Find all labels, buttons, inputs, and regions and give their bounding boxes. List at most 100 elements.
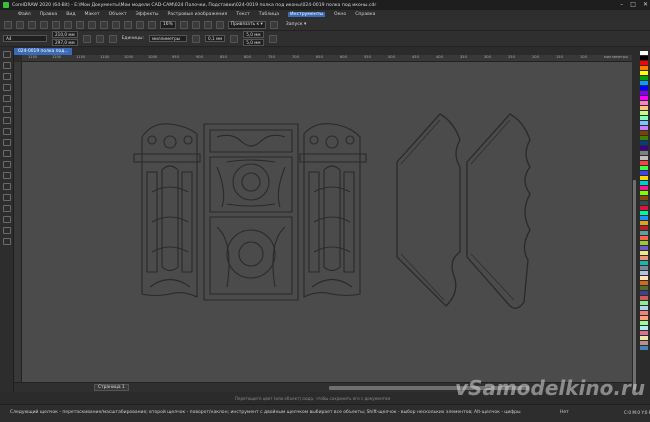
color-swatch[interactable]: [639, 246, 648, 250]
vertical-scroll-thumb[interactable]: [633, 180, 636, 390]
units-select[interactable]: миллиметры: [148, 35, 187, 42]
color-swatch[interactable]: [639, 101, 648, 105]
vertical-ruler[interactable]: [14, 62, 22, 382]
duplicate-x-field[interactable]: 5,0 мм: [243, 31, 264, 38]
publish-pdf-button[interactable]: [148, 20, 156, 29]
options-gear-icon[interactable]: [269, 20, 278, 29]
menu-item[interactable]: Файл: [18, 12, 31, 17]
nudge-distance-field[interactable]: 0,1 мм: [204, 35, 226, 42]
cut-button[interactable]: [52, 20, 60, 29]
crop-tool-icon[interactable]: [2, 73, 11, 80]
color-swatch[interactable]: [639, 81, 648, 85]
color-swatch[interactable]: [639, 266, 648, 270]
color-swatch[interactable]: [639, 176, 648, 180]
color-swatch[interactable]: [639, 286, 648, 290]
transparency-tool-icon[interactable]: [2, 194, 11, 201]
menu-item[interactable]: Справка: [355, 12, 375, 17]
color-swatch[interactable]: [639, 116, 648, 120]
shelf-middle-panel[interactable]: [203, 123, 299, 301]
snap-to-dropdown[interactable]: Привязать к ▾: [227, 20, 266, 29]
color-swatch[interactable]: [639, 306, 648, 310]
open-button[interactable]: [16, 20, 24, 29]
color-swatch[interactable]: [639, 256, 648, 260]
artistic-media-tool-icon[interactable]: [2, 106, 11, 113]
color-swatch[interactable]: [639, 106, 648, 110]
menu-item[interactable]: Эффекты: [136, 12, 159, 17]
freehand-tool-icon[interactable]: [2, 95, 11, 102]
close-button[interactable]: ✕: [643, 1, 648, 9]
menu-item[interactable]: Правка: [40, 12, 57, 17]
undo-button[interactable]: [88, 20, 96, 29]
all-pages-button[interactable]: [108, 34, 117, 43]
color-swatch[interactable]: [639, 341, 648, 345]
document-tab[interactable]: 024-0019 полка под...: [14, 48, 73, 55]
paste-button[interactable]: [76, 20, 84, 29]
color-swatch[interactable]: [639, 301, 648, 305]
menu-item[interactable]: Таблица: [259, 12, 279, 17]
page-width-field[interactable]: 210,0 мм: [52, 31, 78, 38]
color-swatch[interactable]: [639, 291, 648, 295]
polygon-tool-icon[interactable]: [2, 139, 11, 146]
minimize-button[interactable]: –: [620, 1, 623, 9]
color-swatch[interactable]: [639, 331, 648, 335]
export-button[interactable]: [136, 20, 144, 29]
color-swatch[interactable]: [639, 241, 648, 245]
outline-color-indicator[interactable]: C:0 M:0 Y:0 K:100 0,100 мм: [624, 410, 650, 415]
color-swatch[interactable]: [639, 121, 648, 125]
smart-fill-tool-icon[interactable]: [2, 227, 11, 234]
shelf-right-panel[interactable]: [299, 123, 367, 298]
color-swatch[interactable]: [639, 321, 648, 325]
color-swatch[interactable]: [639, 311, 648, 315]
menu-item[interactable]: Текст: [236, 12, 250, 17]
portrait-orientation-button[interactable]: [82, 34, 91, 43]
page-tab[interactable]: Страница 1: [94, 384, 129, 391]
color-swatch[interactable]: [639, 96, 648, 100]
menu-item[interactable]: Окно: [334, 12, 346, 17]
color-swatch[interactable]: [639, 251, 648, 255]
color-swatch[interactable]: [639, 156, 648, 160]
text-tool-icon[interactable]: [2, 150, 11, 157]
color-eyedropper-tool-icon[interactable]: [2, 205, 11, 212]
redo-button[interactable]: [100, 20, 108, 29]
color-swatch[interactable]: [639, 161, 648, 165]
parallel-dimension-tool-icon[interactable]: [2, 161, 11, 168]
page-height-field[interactable]: 297,0 мм: [52, 39, 78, 46]
shape-tool-icon[interactable]: [2, 62, 11, 69]
color-swatch[interactable]: [639, 131, 648, 135]
color-swatch[interactable]: [639, 61, 648, 65]
color-swatch[interactable]: [639, 221, 648, 225]
color-swatch[interactable]: [639, 196, 648, 200]
color-swatch[interactable]: [639, 271, 648, 275]
show-grid-button[interactable]: [203, 20, 212, 29]
new-document-button[interactable]: [4, 20, 12, 29]
color-swatch[interactable]: [639, 76, 648, 80]
color-swatch[interactable]: [639, 71, 648, 75]
menu-item[interactable]: Растровые изображения: [168, 12, 228, 17]
color-swatch[interactable]: [639, 346, 648, 350]
color-swatch[interactable]: [639, 216, 648, 220]
import-button[interactable]: [124, 20, 132, 29]
color-swatch[interactable]: [639, 91, 648, 95]
menu-item[interactable]: Инструменты: [288, 12, 325, 17]
color-swatch[interactable]: [639, 336, 648, 340]
color-swatch[interactable]: [639, 206, 648, 210]
full-screen-button[interactable]: [179, 20, 188, 29]
color-swatch[interactable]: [639, 146, 648, 150]
shelf-side-panel-left[interactable]: [396, 113, 461, 307]
color-swatch[interactable]: [639, 66, 648, 70]
color-swatch[interactable]: [639, 191, 648, 195]
color-swatch[interactable]: [639, 181, 648, 185]
zoom-level-select[interactable]: 16%: [160, 20, 176, 29]
landscape-orientation-button[interactable]: [95, 34, 104, 43]
color-swatch[interactable]: [639, 231, 648, 235]
icon-shelf-front-panels[interactable]: [133, 123, 367, 301]
horizontal-ruler[interactable]: 1250 1200 1150 1100 1050 1000 950 900 850 800 750 7…: [22, 55, 632, 62]
color-swatch[interactable]: [639, 281, 648, 285]
show-guidelines-button[interactable]: [215, 20, 224, 29]
icon-shelf-side-panels[interactable]: [396, 113, 531, 309]
page-size-select[interactable]: A4: [3, 35, 47, 42]
duplicate-y-field[interactable]: 5,0 мм: [243, 39, 264, 46]
show-rulers-button[interactable]: [191, 20, 200, 29]
zoom-tool-icon[interactable]: [2, 84, 11, 91]
color-swatch[interactable]: [639, 236, 648, 240]
